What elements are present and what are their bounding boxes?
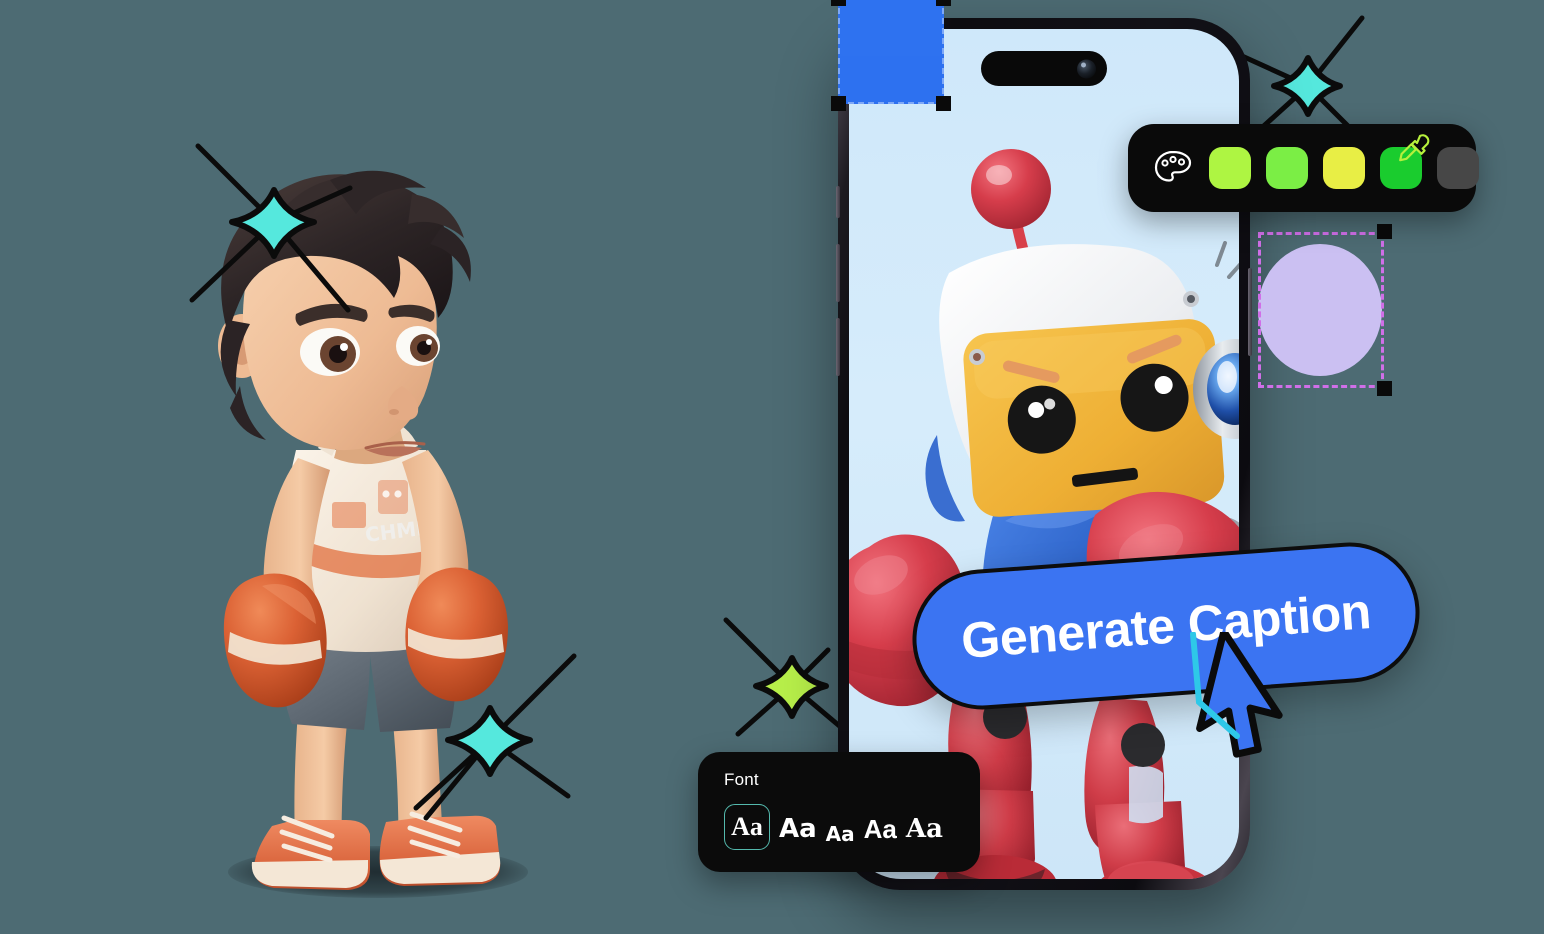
resize-handle-top-left[interactable] (831, 0, 846, 6)
resize-handle-bottom-right[interactable] (936, 96, 951, 111)
selection-circle-dashed-border (1258, 232, 1384, 388)
font-option-1[interactable]: Aa (724, 804, 770, 850)
font-panel[interactable]: Font Aa Aa Aa Aa Aa (698, 752, 980, 872)
color-toolbar[interactable] (1128, 124, 1479, 212)
phone-volume-down-button[interactable] (836, 318, 840, 376)
font-option-5[interactable]: Aa (906, 816, 943, 850)
font-panel-title: Font (724, 770, 759, 789)
font-option-3[interactable]: Aa (826, 824, 855, 850)
phone-power-button[interactable] (1248, 268, 1252, 356)
generate-caption-label: Generate Caption (959, 583, 1373, 669)
swatch-lime[interactable] (1209, 147, 1251, 189)
font-options-row[interactable]: Aa Aa Aa Aa Aa (724, 804, 960, 850)
swatch-yellow[interactable] (1323, 147, 1365, 189)
phone-silent-switch[interactable] (836, 186, 840, 218)
dynamic-island (981, 51, 1107, 86)
resize-handle-bottom-left[interactable] (831, 96, 846, 111)
font-option-2[interactable]: Aa (779, 816, 817, 850)
swatch-green[interactable] (1266, 147, 1308, 189)
canvas-stage: CHMP Font Aa Aa Aa Aa Aa Generate Captio… (0, 0, 1544, 934)
resize-handle-top-right[interactable] (936, 0, 951, 6)
selection-square[interactable] (831, 0, 951, 111)
palette-icon[interactable] (1152, 147, 1194, 189)
sparkle-top-left (178, 128, 368, 318)
font-option-4[interactable]: Aa (864, 816, 897, 850)
selection-square-dashed-border (838, 0, 944, 104)
eyedropper-icon[interactable] (1396, 131, 1432, 167)
selection-circle[interactable] (1258, 224, 1392, 396)
phone-volume-up-button[interactable] (836, 244, 840, 302)
front-camera-icon (1077, 59, 1096, 78)
sparkle-mid-left (398, 648, 588, 828)
swatch-bright-green[interactable] (1380, 134, 1430, 189)
cursor-arrow-icon (1175, 627, 1285, 762)
swatch-gray[interactable] (1437, 147, 1479, 189)
circle-resize-handle-bottom-right[interactable] (1377, 381, 1392, 396)
circle-resize-handle-top-right[interactable] (1377, 224, 1392, 239)
